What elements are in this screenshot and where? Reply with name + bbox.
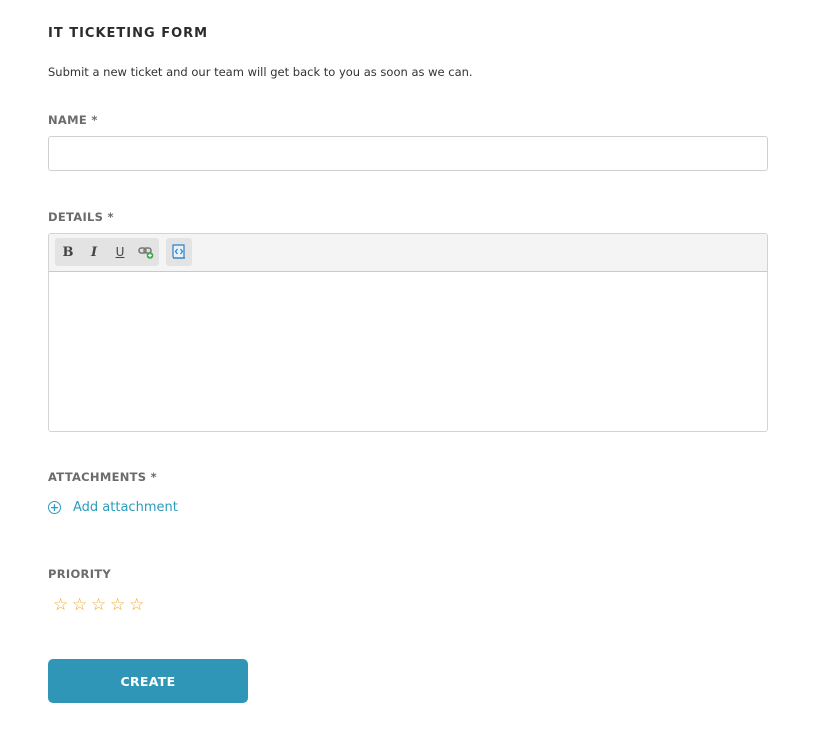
attachments-label: ATTACHMENTS * (48, 470, 158, 484)
priority-label: PRIORITY (48, 567, 112, 581)
star-icon-5[interactable]: ☆ (129, 595, 148, 615)
insert-link-icon (138, 247, 154, 259)
details-label: DETAILS * (48, 210, 114, 224)
details-editor: B I U (48, 233, 768, 432)
name-input[interactable] (48, 136, 768, 171)
star-icon-2[interactable]: ☆ (72, 595, 91, 615)
underline-button[interactable]: U (107, 238, 133, 266)
add-attachment-label: Add attachment (73, 500, 178, 515)
plus-circle-icon: + (48, 501, 61, 514)
details-textarea[interactable] (49, 272, 767, 431)
html-source-icon (172, 244, 185, 259)
priority-rating: ☆ ☆ ☆ ☆ ☆ (53, 595, 148, 615)
format-group: B I U (55, 238, 159, 266)
star-icon-1[interactable]: ☆ (53, 595, 72, 615)
add-attachment-link[interactable]: + Add attachment (48, 500, 178, 515)
form-subtitle: Submit a new ticket and our team will ge… (48, 65, 473, 79)
name-label: NAME * (48, 113, 98, 127)
star-icon-4[interactable]: ☆ (110, 595, 129, 615)
italic-button[interactable]: I (81, 238, 107, 266)
html-source-button[interactable] (166, 238, 192, 266)
star-icon-3[interactable]: ☆ (91, 595, 110, 615)
insert-link-button[interactable] (133, 238, 159, 266)
editor-toolbar: B I U (49, 234, 767, 272)
create-button[interactable]: CREATE (48, 659, 248, 703)
form-title: IT TICKETING FORM (48, 26, 209, 41)
bold-button[interactable]: B (55, 238, 81, 266)
source-group (166, 238, 192, 266)
